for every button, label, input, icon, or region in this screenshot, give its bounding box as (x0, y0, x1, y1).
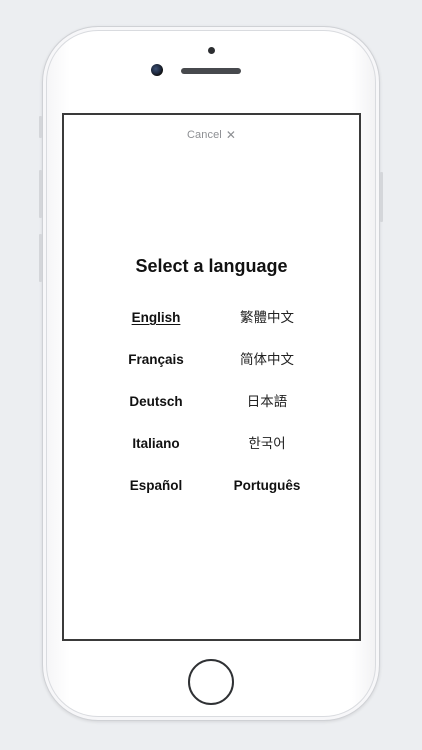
language-option-simplified-chinese[interactable]: 简体中文 (197, 351, 337, 369)
language-option-portuguese[interactable]: Português (197, 477, 337, 495)
page-title: Select a language (135, 256, 288, 276)
language-label: Español (129, 478, 183, 493)
volume-down-button (39, 234, 42, 282)
front-camera-icon (151, 64, 163, 76)
language-option-japanese[interactable]: 日本語 (197, 393, 337, 411)
proximity-sensor (208, 47, 215, 54)
language-label: 한국어 (248, 436, 286, 452)
language-label: Português (233, 478, 301, 493)
language-label: Français (128, 352, 184, 367)
cancel-button[interactable]: Cancel ✕ (64, 128, 359, 142)
earpiece-speaker (181, 68, 241, 74)
language-option-traditional-chinese[interactable]: 繁體中文 (197, 309, 337, 327)
language-label: 简体中文 (240, 352, 294, 368)
language-option-korean[interactable]: 한국어 (197, 435, 337, 453)
mute-switch (39, 116, 42, 138)
home-button[interactable] (188, 659, 234, 705)
power-button (380, 172, 383, 222)
volume-up-button (39, 170, 42, 218)
device-frame-stage: Cancel ✕ Select a language English França… (0, 0, 422, 750)
language-label: Italiano (132, 436, 180, 451)
close-icon: ✕ (225, 128, 236, 142)
language-label: English (131, 310, 181, 325)
language-label: 繁體中文 (240, 310, 294, 326)
language-label: 日本語 (246, 394, 288, 410)
language-screen: Cancel ✕ Select a language English França… (62, 113, 361, 641)
cancel-label: Cancel (187, 129, 222, 141)
language-label: Deutsch (129, 394, 183, 409)
